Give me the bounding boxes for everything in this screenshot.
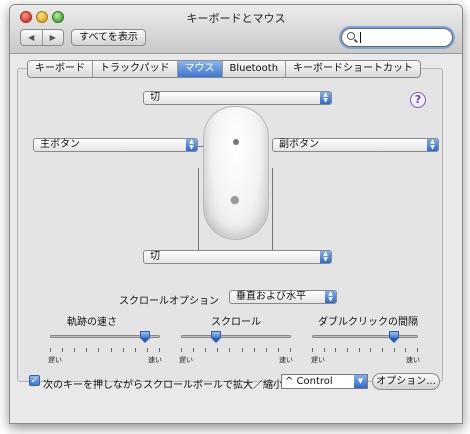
tab-mouse[interactable]: マウス	[177, 61, 223, 77]
back-button[interactable]: ◀	[21, 30, 43, 45]
modifier-key-combo[interactable]: ^ Control ▼	[281, 374, 368, 389]
zoom-checkbox[interactable]: ✓	[29, 375, 40, 386]
tracking-slow-label: 遅い	[48, 356, 62, 364]
doubleclick-slow-label: 遅い	[311, 356, 325, 364]
text-cursor	[360, 32, 361, 43]
top-button-popup[interactable]: 切 ▲ ▼	[143, 91, 332, 105]
scroll-option-popup[interactable]: 垂直および水平 ▲ ▼	[229, 290, 337, 304]
slider-track	[181, 335, 291, 338]
top-button-value: 切	[150, 92, 160, 103]
slider-ticks	[50, 348, 160, 352]
tab-bluetooth[interactable]: Bluetooth	[223, 61, 287, 77]
nav-buttons: ◀ ▶	[20, 29, 64, 46]
scroll-ball	[233, 139, 239, 145]
popup-arrows-icon: ▲ ▼	[186, 139, 197, 151]
bottom-button-value: 切	[150, 251, 160, 262]
tab-bar: キーボード トラックパッド マウス Bluetooth キーボードショートカット	[27, 60, 422, 78]
tab-keyboard-shortcuts[interactable]: キーボードショートカット	[286, 61, 420, 77]
left-button-value: 主ボタン	[40, 139, 80, 150]
title-bar: キーボードとマウス ◀ ▶ すべてを表示	[10, 5, 462, 54]
popup-arrows-icon: ▲ ▼	[325, 291, 336, 303]
scroll-option-label: スクロールオプション	[119, 296, 219, 307]
popup-arrows-icon: ▲ ▼	[427, 139, 438, 151]
tracking-fast-label: 速い	[148, 356, 162, 364]
forward-button[interactable]: ▶	[43, 30, 64, 45]
search-icon	[347, 32, 355, 40]
zoom-label: 次のキーを押しながらスクロールボールで拡大／縮小	[43, 380, 283, 391]
window-title: キーボードとマウス	[186, 12, 286, 25]
tab-trackpad[interactable]: トラックパッド	[93, 61, 178, 77]
slider-ticks	[312, 348, 418, 352]
apple-logo-icon: ●	[230, 193, 240, 206]
double-click-speed-label: ダブルクリックの間隔	[318, 317, 418, 328]
mighty-mouse-illustration: ●	[203, 106, 269, 240]
scroll-fast-label: 速い	[279, 356, 293, 364]
scroll-option-value: 垂直および水平	[236, 291, 306, 302]
popup-arrows-icon: ▲ ▼	[320, 92, 331, 104]
right-button-value: 副ボタン	[279, 139, 319, 150]
slider-ticks	[181, 348, 291, 352]
show-all-button[interactable]: すべてを表示	[71, 29, 146, 46]
connector-line	[198, 168, 199, 250]
doubleclick-fast-label: 速い	[406, 356, 420, 364]
bottom-button-popup[interactable]: 切 ▲ ▼	[143, 250, 332, 264]
slider-thumb[interactable]	[140, 331, 150, 343]
popup-arrows-icon: ▲ ▼	[320, 251, 331, 263]
slider-thumb[interactable]	[211, 331, 221, 343]
tracking-speed-label: 軌跡の速さ	[67, 317, 117, 328]
options-button[interactable]: オプション...	[372, 373, 440, 390]
chevron-down-icon: ▼	[354, 375, 367, 388]
left-button-popup[interactable]: 主ボタン ▲ ▼	[33, 138, 198, 152]
slider-track	[312, 335, 418, 338]
scrolling-speed-label: スクロール	[211, 317, 261, 328]
modifier-key-value: ^ Control	[285, 376, 333, 387]
help-button[interactable]: ?	[410, 92, 426, 108]
connector-line	[272, 168, 273, 250]
slider-thumb[interactable]	[388, 331, 399, 343]
right-button-popup[interactable]: 副ボタン ▲ ▼	[272, 138, 439, 152]
search-input[interactable]	[341, 28, 453, 47]
tab-keyboard[interactable]: キーボード	[28, 61, 93, 77]
scroll-slow-label: 遅い	[179, 356, 193, 364]
